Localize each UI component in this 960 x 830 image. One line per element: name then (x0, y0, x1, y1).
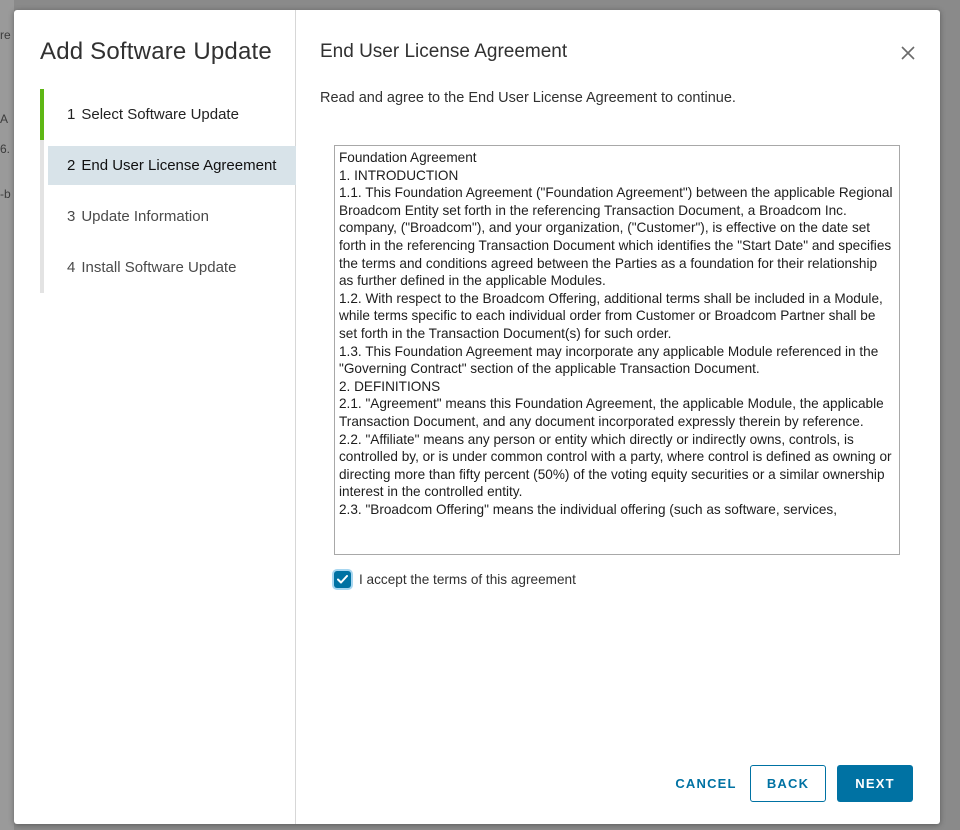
eula-paragraph: 1.1. This Foundation Agreement ("Foundat… (339, 185, 893, 289)
next-button[interactable]: NEXT (837, 765, 913, 802)
eula-paragraph: 2.1. "Agreement" means this Foundation A… (339, 396, 884, 429)
wizard-title: Add Software Update (40, 38, 272, 65)
background-text: re (0, 28, 11, 42)
step-label: Install Software Update (81, 259, 237, 276)
back-button[interactable]: BACK (750, 765, 826, 802)
step-label: End User License Agreement (81, 157, 277, 174)
eula-paragraph: 1.2. With respect to the Broadcom Offeri… (339, 290, 883, 341)
step-label: Update Information (81, 208, 209, 225)
eula-paragraph: Foundation Agreement (339, 150, 477, 165)
step-number: 1 (67, 106, 76, 123)
step-number: 4 (67, 259, 76, 276)
step-label: Select Software Update (81, 106, 239, 123)
eula-paragraph: 2.2. "Affiliate" means any person or ent… (339, 431, 892, 500)
background-text: -b (0, 187, 11, 201)
eula-paragraph: 2. DEFINITIONS (339, 378, 441, 394)
eula-paragraph: 1.3. This Foundation Agreement may incor… (339, 343, 879, 377)
eula-text-area[interactable]: Foundation Agreement 1. INTRODUCTION 1.1… (334, 145, 900, 555)
background-text: 6. (0, 142, 11, 156)
step-number: 2 (67, 157, 76, 174)
accept-terms-row: I accept the terms of this agreement (334, 571, 576, 588)
background-page: re A 6. -b (0, 0, 14, 830)
accept-terms-label[interactable]: I accept the terms of this agreement (359, 572, 576, 587)
wizard-sidebar: Add Software Update 1 Select Software Up… (14, 10, 296, 824)
instruction-text: Read and agree to the End User License A… (320, 90, 736, 106)
background-text: A (0, 112, 9, 126)
step-end-user-license-agreement[interactable]: 2 End User License Agreement (48, 146, 296, 185)
checkmark-icon (337, 575, 348, 584)
wizard-steps: 1 Select Software Update 2 End User Lice… (40, 89, 296, 293)
cancel-button[interactable]: CANCEL (668, 765, 744, 802)
accept-terms-checkbox[interactable] (334, 571, 351, 588)
close-icon[interactable] (898, 43, 918, 63)
add-software-update-dialog: Add Software Update 1 Select Software Up… (14, 10, 940, 824)
step-update-information[interactable]: 3 Update Information (40, 191, 296, 242)
eula-paragraph: 2.3. "Broadcom Offering" means the indiv… (339, 501, 838, 517)
step-install-software-update[interactable]: 4 Install Software Update (40, 242, 296, 293)
step-number: 3 (67, 208, 76, 225)
step-select-software-update[interactable]: 1 Select Software Update (40, 89, 296, 140)
eula-paragraph: 1. INTRODUCTION (339, 167, 459, 183)
page-title: End User License Agreement (320, 41, 568, 62)
wizard-content: End User License Agreement Read and agre… (296, 10, 940, 824)
